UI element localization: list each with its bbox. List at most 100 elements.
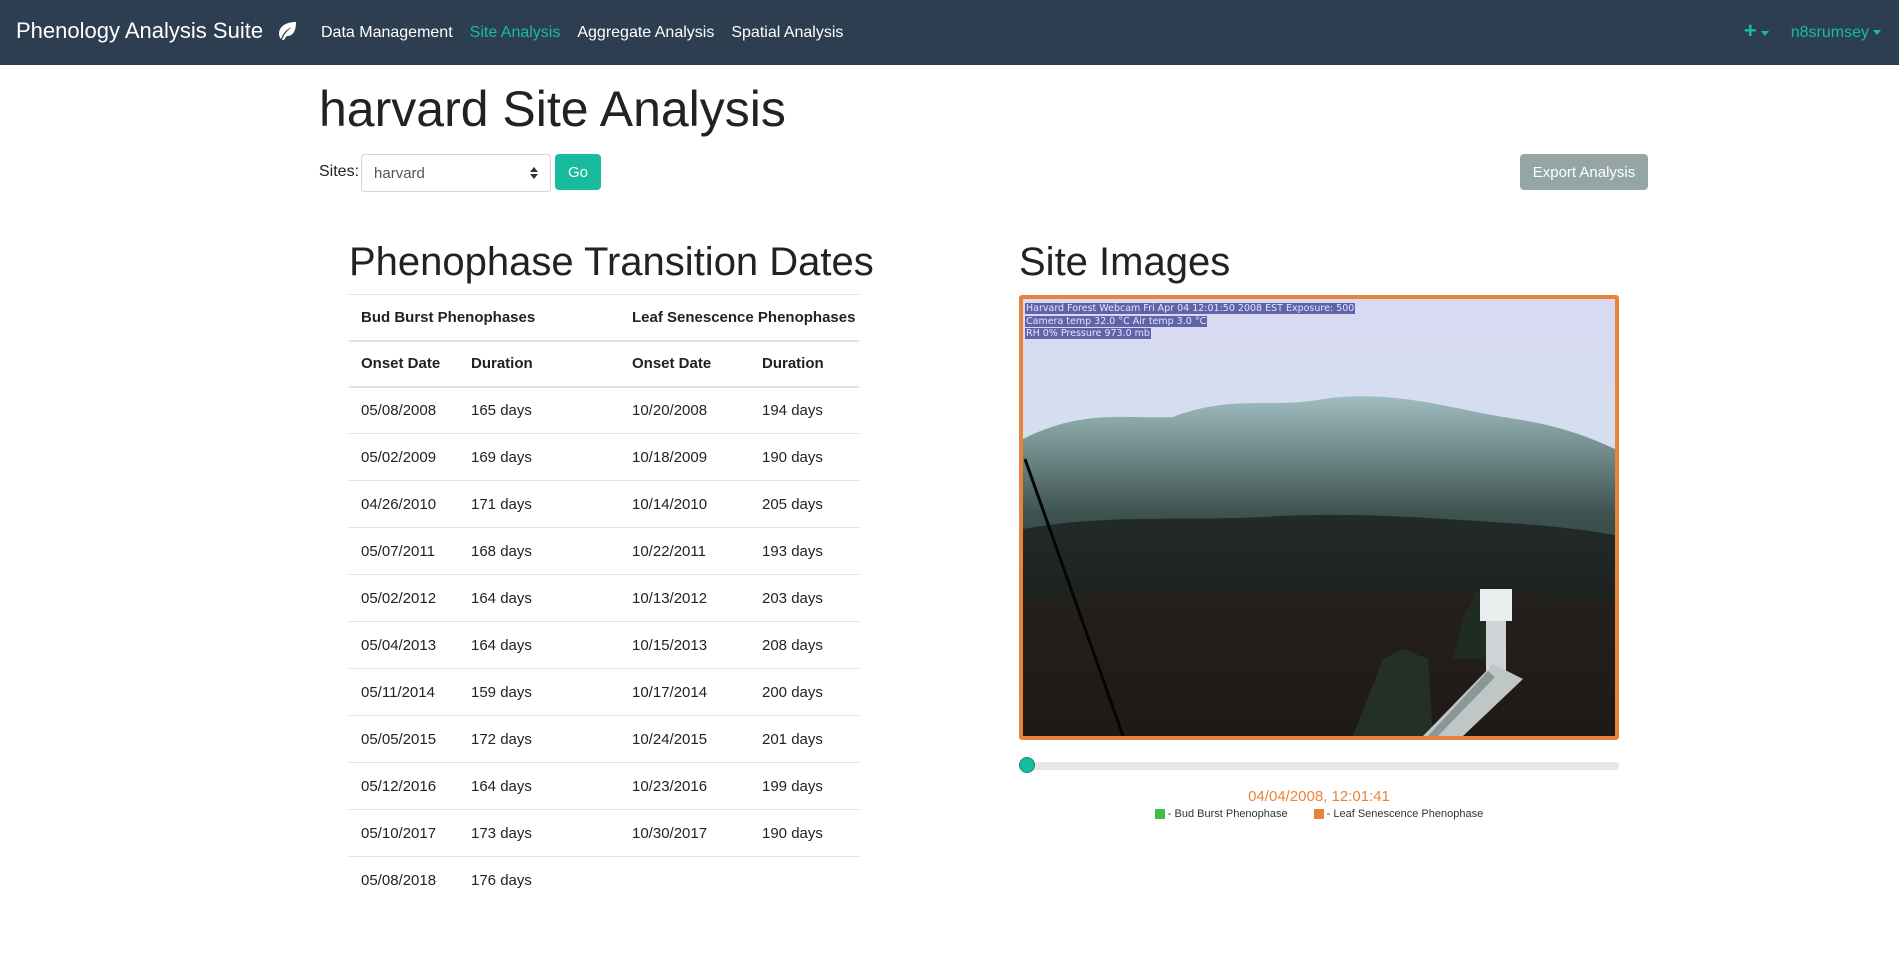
table-cell: 172 days bbox=[459, 715, 620, 763]
table-cell: 10/23/2016 bbox=[620, 762, 750, 810]
legend-item-bud-burst: - Bud Burst Phenophase bbox=[1154, 808, 1288, 820]
table-cell: 164 days bbox=[459, 621, 620, 669]
bud-burst-header: Bud Burst Phenophases bbox=[349, 294, 620, 341]
table-row: 05/07/2011 168 days 10/22/2011 193 days bbox=[349, 527, 859, 575]
legend-label: - Leaf Senescence Phenophase bbox=[1326, 808, 1484, 820]
table-cell: 05/05/2015 bbox=[349, 715, 459, 763]
brand-link[interactable]: Phenology Analysis Suite bbox=[16, 18, 299, 44]
table-row: 04/26/2010 171 days 10/14/2010 205 days bbox=[349, 480, 859, 528]
site-images-title: Site Images bbox=[1019, 240, 1231, 284]
table-cell: 169 days bbox=[459, 433, 620, 481]
leaf-icon bbox=[279, 22, 297, 40]
table-cell: 10/17/2014 bbox=[620, 668, 750, 716]
column-header: Onset Date bbox=[620, 339, 750, 388]
table-cell: 199 days bbox=[750, 762, 859, 810]
navbar: Phenology Analysis Suite Data Management… bbox=[0, 0, 1899, 65]
chevron-down-icon bbox=[1873, 30, 1881, 36]
table-cell bbox=[750, 856, 859, 904]
table-cell: 171 days bbox=[459, 480, 620, 528]
site-image: Harvard Forest Webcam Fri Apr 04 12:01:5… bbox=[1019, 295, 1619, 740]
table-cell: 05/02/2012 bbox=[349, 574, 459, 622]
select-arrows-icon bbox=[530, 167, 539, 179]
column-header: Onset Date bbox=[349, 339, 459, 388]
table-cell: 164 days bbox=[459, 762, 620, 810]
go-button[interactable]: Go bbox=[555, 154, 602, 190]
legend-label: - Bud Burst Phenophase bbox=[1167, 808, 1288, 820]
table-row: 05/12/2016 164 days 10/23/2016 199 days bbox=[349, 762, 859, 810]
nav-spatial-analysis[interactable]: Spatial Analysis bbox=[731, 24, 843, 42]
site-select[interactable]: harvard bbox=[361, 154, 552, 192]
table-cell: 10/18/2009 bbox=[620, 433, 750, 481]
table-cell: 203 days bbox=[750, 574, 859, 622]
leaf-senescence-header: Leaf Senescence Phenophases bbox=[620, 294, 859, 341]
table-cell: 05/02/2009 bbox=[349, 433, 459, 481]
table-cell bbox=[620, 856, 750, 904]
table-cell: 193 days bbox=[750, 527, 859, 575]
sites-label: Sites: bbox=[319, 163, 360, 180]
table-cell: 05/08/2018 bbox=[349, 856, 459, 904]
table-cell: 10/30/2017 bbox=[620, 809, 750, 857]
transition-dates-table: Bud Burst Phenophases Leaf Senescence Ph… bbox=[349, 294, 859, 904]
table-cell: 10/22/2011 bbox=[620, 527, 750, 575]
export-analysis-button[interactable]: Export Analysis bbox=[1520, 154, 1648, 190]
add-menu-toggle[interactable]: + bbox=[1744, 20, 1769, 43]
column-header: Duration bbox=[459, 339, 620, 388]
image-timestamp: 04/04/2008, 12:01:41 bbox=[1248, 788, 1390, 805]
table-cell: 10/15/2013 bbox=[620, 621, 750, 669]
table-body: 05/08/2008 165 days 10/20/2008 194 days 05/0… bbox=[349, 387, 859, 904]
table-cell: 208 days bbox=[750, 621, 859, 669]
table-row: 05/04/2013 164 days 10/15/2013 208 days bbox=[349, 621, 859, 669]
legend-swatch bbox=[1154, 809, 1165, 819]
table-cell: 04/26/2010 bbox=[349, 480, 459, 528]
site-select-value: harvard bbox=[374, 164, 425, 182]
table-cell: 200 days bbox=[750, 668, 859, 716]
table-cell: 194 days bbox=[762, 401, 823, 419]
overlay-line: Camera temp 32.0 °C Air temp 3.0 °C bbox=[1025, 315, 1208, 327]
table-cell: 05/07/2011 bbox=[349, 527, 459, 575]
nav-data-management[interactable]: Data Management bbox=[321, 24, 453, 42]
column-header: Duration bbox=[750, 339, 859, 388]
table-cell: 05/08/2008 bbox=[361, 401, 437, 419]
table-row: 05/05/2015 172 days 10/24/2015 201 days bbox=[349, 715, 859, 763]
webcam-image bbox=[1023, 299, 1615, 736]
user-menu-toggle[interactable]: n8srumsey bbox=[1791, 24, 1881, 42]
table-row: 05/08/2018 176 days bbox=[349, 856, 859, 904]
image-overlay-text: Harvard Forest Webcam Fri Apr 04 12:01:5… bbox=[1025, 303, 1356, 341]
table-cell: 10/24/2015 bbox=[620, 715, 750, 763]
plus-icon: + bbox=[1743, 18, 1757, 43]
chevron-down-icon bbox=[1760, 31, 1769, 37]
table-cell: 168 days bbox=[459, 527, 620, 575]
transition-dates-title: Phenophase Transition Dates bbox=[349, 240, 874, 284]
site-selector-row: Sites: harvard Go bbox=[319, 154, 602, 192]
table-row: 05/11/2014 159 days 10/17/2014 200 days bbox=[349, 668, 859, 716]
page-title: harvard Site Analysis bbox=[319, 81, 786, 137]
nav-aggregate-analysis[interactable]: Aggregate Analysis bbox=[577, 24, 714, 42]
table-cell: 159 days bbox=[459, 668, 620, 716]
table-cell: 190 days bbox=[750, 809, 859, 857]
table-row: 05/02/2012 164 days 10/13/2012 203 days bbox=[349, 574, 859, 622]
table-cell: 164 days bbox=[459, 574, 620, 622]
table-cell: 05/12/2016 bbox=[349, 762, 459, 810]
table-row: 05/08/2008 165 days 10/20/2008 194 days bbox=[349, 387, 859, 434]
table-cell: 165 days bbox=[471, 401, 532, 419]
table-cell: 10/13/2012 bbox=[620, 574, 750, 622]
table-cell: 201 days bbox=[750, 715, 859, 763]
overlay-line: Harvard Forest Webcam Fri Apr 04 12:01:5… bbox=[1025, 303, 1356, 314]
table-row: 05/02/2009 169 days 10/18/2009 190 days bbox=[349, 433, 859, 481]
table-cell: 10/20/2008 bbox=[632, 401, 708, 419]
legend-swatch bbox=[1313, 809, 1324, 819]
table-cell: 176 days bbox=[459, 856, 620, 904]
image-slider-track[interactable] bbox=[1019, 757, 1619, 773]
brand-title: Phenology Analysis Suite bbox=[16, 18, 264, 43]
legend-item-leaf-senescence: - Leaf Senescence Phenophase bbox=[1313, 808, 1484, 820]
nav-site-analysis[interactable]: Site Analysis bbox=[470, 24, 561, 42]
image-slider-thumb[interactable] bbox=[1019, 757, 1035, 773]
table-cell: 190 days bbox=[750, 433, 859, 481]
table-cell: 05/04/2013 bbox=[349, 621, 459, 669]
table-cell: 10/14/2010 bbox=[620, 480, 750, 528]
username: n8srumsey bbox=[1790, 24, 1869, 41]
main-nav: Data Management Site Analysis Aggregate … bbox=[321, 24, 843, 42]
table-cell: 205 days bbox=[750, 480, 859, 528]
table-row: 05/10/2017 173 days 10/30/2017 190 days bbox=[349, 809, 859, 857]
table-cell: 05/10/2017 bbox=[349, 809, 459, 857]
